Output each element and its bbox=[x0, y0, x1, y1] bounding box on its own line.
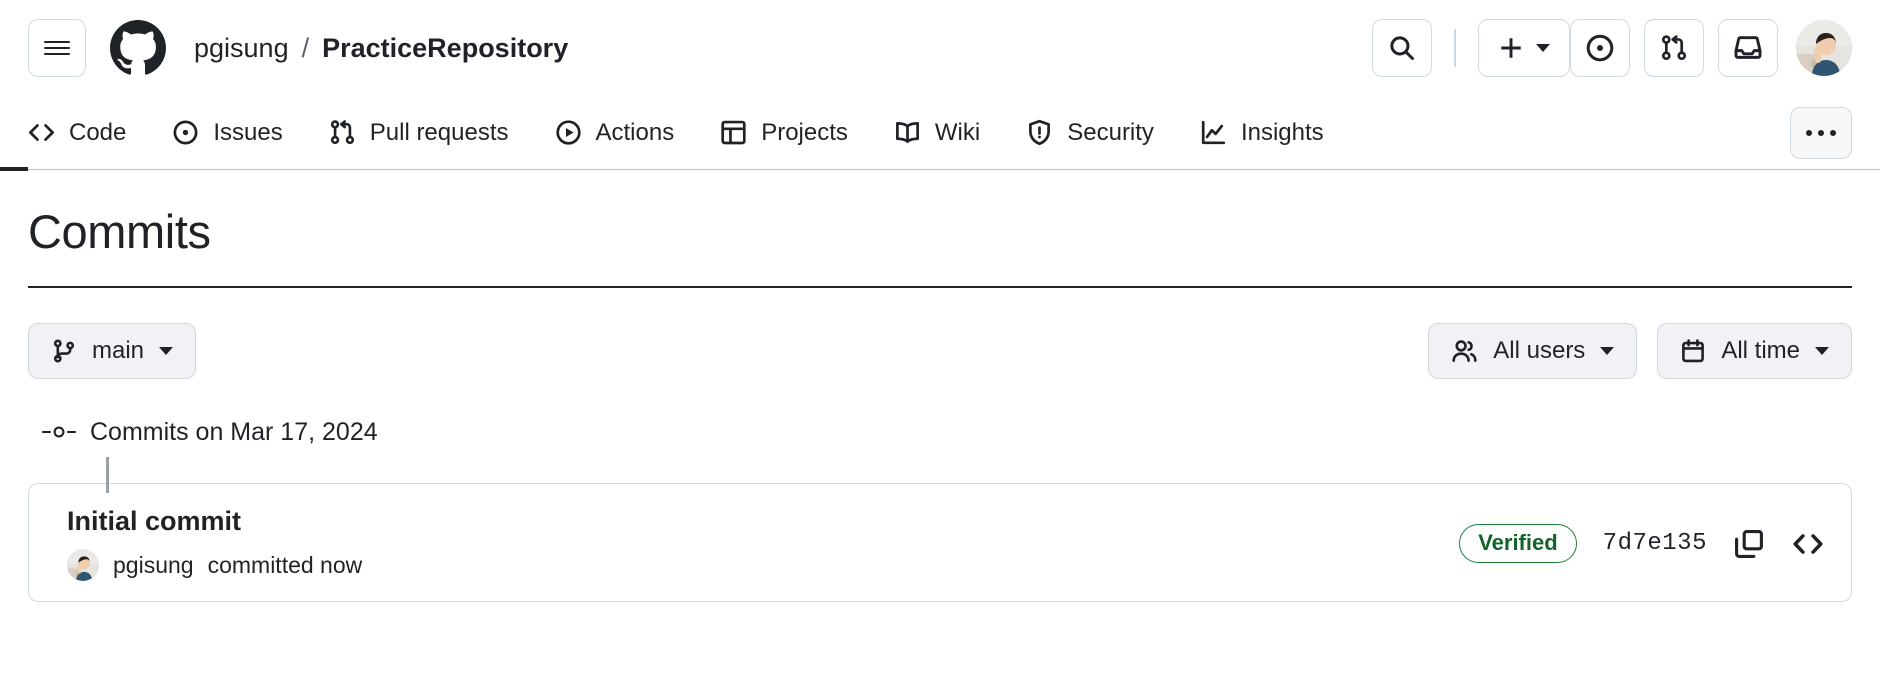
tab-security-label: Security bbox=[1067, 118, 1154, 146]
tab-insights-label: Insights bbox=[1240, 118, 1324, 146]
tab-issues[interactable]: Issues bbox=[172, 111, 283, 154]
pull-request-icon bbox=[1661, 35, 1687, 61]
tab-security[interactable]: Security bbox=[1026, 111, 1154, 154]
shield-icon bbox=[1029, 119, 1051, 146]
browse-repository-button[interactable] bbox=[1791, 527, 1825, 561]
header-actions bbox=[1372, 19, 1852, 77]
repository-nav: Code Issues Pull requests Actions Projec… bbox=[0, 96, 1880, 171]
chevron-down-icon bbox=[159, 347, 174, 356]
tab-code-label: Code bbox=[69, 118, 127, 146]
commit-group: Commits on Mar 17, 2024 Initial commit p… bbox=[28, 415, 1852, 603]
commit-sha[interactable]: 7d7e135 bbox=[1603, 530, 1707, 557]
user-filter-label: All users bbox=[1493, 337, 1586, 365]
branch-selector-button[interactable]: main bbox=[28, 323, 197, 380]
breadcrumb-repo[interactable]: PracticeRepository bbox=[322, 33, 568, 64]
tab-pull-requests[interactable]: Pull requests bbox=[329, 111, 509, 154]
avatar-image bbox=[1796, 20, 1852, 76]
user-filter-button[interactable]: All users bbox=[1428, 323, 1638, 380]
main-content: Commits main All users All time Commits … bbox=[0, 205, 1880, 603]
pull-request-icon bbox=[330, 120, 354, 145]
tab-projects-label: Projects bbox=[761, 118, 848, 146]
tab-actions[interactable]: Actions bbox=[555, 111, 675, 154]
code-icon bbox=[1793, 533, 1823, 554]
menu-button[interactable] bbox=[28, 19, 86, 77]
page-title: Commits bbox=[28, 205, 211, 258]
commit-author[interactable]: pgisung bbox=[113, 552, 194, 579]
commit-row: Initial commit pgisung committed now Ver… bbox=[28, 483, 1852, 603]
commit-timestamp: committed now bbox=[207, 551, 363, 578]
branch-selector-label: main bbox=[92, 337, 145, 365]
inbox-button[interactable] bbox=[1718, 19, 1778, 77]
verified-badge[interactable]: Verified bbox=[1459, 524, 1577, 564]
breadcrumb: pgisung / PracticeRepository bbox=[194, 33, 568, 64]
time-filter-label: All time bbox=[1721, 337, 1800, 365]
time-filter-button[interactable]: All time bbox=[1657, 323, 1852, 380]
play-icon bbox=[555, 120, 581, 145]
commit-group-header: Commits on Mar 17, 2024 bbox=[28, 415, 1852, 449]
copy-icon bbox=[1735, 529, 1763, 558]
issues-button[interactable] bbox=[1570, 19, 1630, 77]
nav-overflow-button[interactable] bbox=[1790, 106, 1852, 159]
breadcrumb-separator: / bbox=[301, 32, 310, 63]
commit-node-icon bbox=[28, 422, 90, 442]
title-divider bbox=[28, 285, 1852, 289]
chevron-down-icon bbox=[1536, 44, 1550, 52]
inbox-icon bbox=[1734, 36, 1762, 59]
issue-opened-icon bbox=[173, 120, 198, 145]
app-header: pgisung / PracticeRepository bbox=[0, 0, 1880, 96]
filter-buttons: All users All time bbox=[1428, 323, 1852, 380]
pull-requests-button[interactable] bbox=[1644, 19, 1704, 77]
tab-wiki-label: Wiki bbox=[934, 118, 981, 146]
commit-author-line: pgisung committed now bbox=[67, 549, 363, 582]
commit-message[interactable]: Initial commit bbox=[67, 506, 362, 537]
code-icon bbox=[29, 124, 54, 141]
commit-timeline-line bbox=[106, 457, 109, 494]
filter-bar: main All users All time bbox=[28, 323, 1852, 380]
issue-opened-icon bbox=[1586, 34, 1614, 62]
calendar-icon bbox=[1682, 339, 1705, 363]
chevron-down-icon bbox=[1600, 347, 1615, 356]
menu-icon bbox=[44, 37, 70, 59]
graph-icon bbox=[1201, 120, 1226, 145]
search-button[interactable] bbox=[1372, 19, 1433, 77]
plus-icon bbox=[1501, 38, 1521, 58]
create-new-button[interactable] bbox=[1478, 19, 1570, 77]
git-branch-icon bbox=[53, 339, 75, 363]
tab-pull-requests-label: Pull requests bbox=[369, 118, 509, 146]
tab-wiki[interactable]: Wiki bbox=[894, 111, 980, 154]
kebab-horizontal-icon bbox=[1818, 129, 1824, 136]
github-logo[interactable] bbox=[110, 20, 166, 76]
user-avatar[interactable] bbox=[1796, 20, 1852, 76]
author-avatar[interactable] bbox=[67, 549, 99, 582]
header-divider bbox=[1454, 29, 1456, 67]
commit-group-date: Commits on Mar 17, 2024 bbox=[90, 417, 378, 446]
table-icon bbox=[721, 120, 746, 145]
tab-insights[interactable]: Insights bbox=[1200, 111, 1324, 154]
tab-code[interactable]: Code bbox=[28, 111, 126, 154]
tab-issues-label: Issues bbox=[213, 118, 283, 146]
commit-actions: Verified 7d7e135 bbox=[1459, 524, 1825, 564]
tab-actions-label: Actions bbox=[595, 118, 675, 146]
chevron-down-icon bbox=[1815, 347, 1829, 356]
kebab-horizontal-icon bbox=[1806, 129, 1812, 136]
copy-sha-button[interactable] bbox=[1733, 528, 1765, 560]
people-icon bbox=[1452, 339, 1477, 362]
search-icon bbox=[1390, 36, 1415, 60]
kebab-horizontal-icon bbox=[1830, 129, 1836, 136]
book-icon bbox=[895, 122, 919, 143]
commit-details: Initial commit pgisung committed now bbox=[67, 506, 363, 582]
tab-projects[interactable]: Projects bbox=[720, 111, 848, 154]
breadcrumb-owner[interactable]: pgisung bbox=[194, 33, 289, 64]
